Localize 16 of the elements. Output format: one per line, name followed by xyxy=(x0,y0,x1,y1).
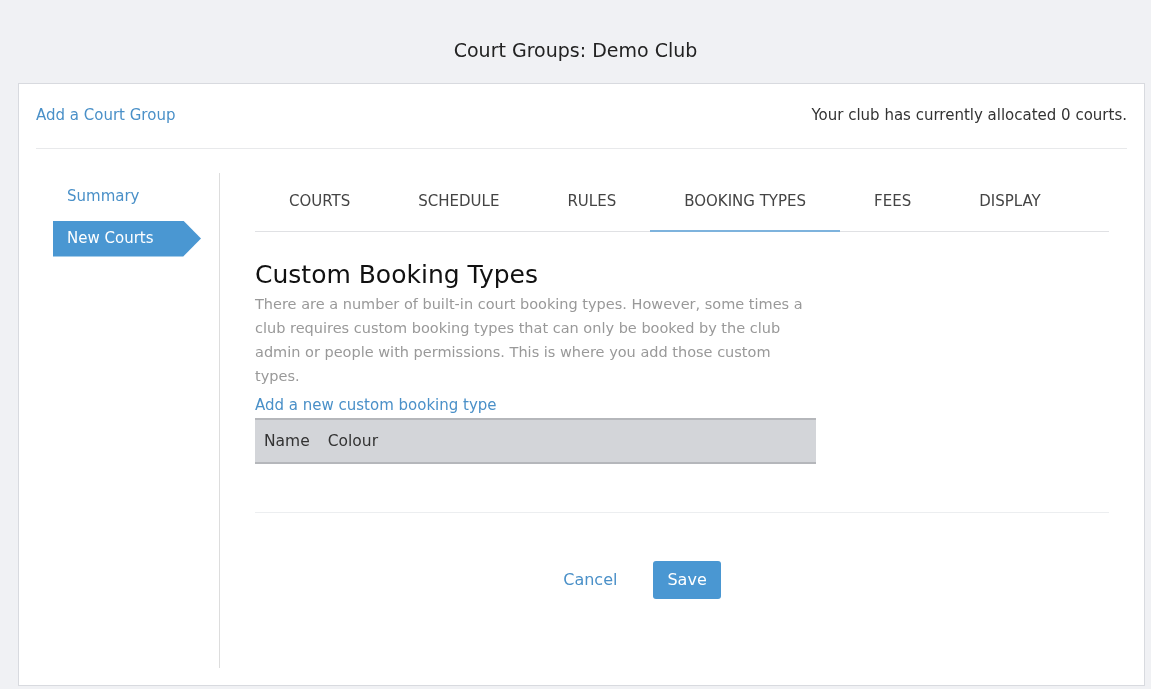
add-booking-type-link[interactable]: Add a new custom booking type xyxy=(255,395,497,414)
column-header: Colour xyxy=(327,430,379,452)
sidebar-item[interactable]: Summary xyxy=(53,178,154,215)
section-description: There are a number of built-in court booking types. However, some times a club requires custom booking types that can only be booked by the club admin or people with permissions. This is where you add those custom types. xyxy=(255,294,804,386)
column-header: Name xyxy=(264,430,310,452)
tab[interactable]: RULES xyxy=(533,172,651,232)
tab[interactable]: SCHEDULE xyxy=(384,172,534,232)
add-court-group-link[interactable]: Add a Court Group xyxy=(36,104,176,127)
tab[interactable]: COURTS xyxy=(255,172,385,232)
page-title: Court Groups: Demo Club xyxy=(452,38,699,63)
tab[interactable]: DISPLAY xyxy=(945,172,1075,232)
tab[interactable]: FEES xyxy=(840,172,946,232)
cancel-link[interactable]: Cancel xyxy=(563,568,618,593)
section-heading: Custom Booking Types xyxy=(255,259,539,290)
allocation-note: Your club has currently allocated 0 courts. xyxy=(811,105,1127,127)
tab[interactable]: BOOKING TYPES xyxy=(650,172,841,232)
